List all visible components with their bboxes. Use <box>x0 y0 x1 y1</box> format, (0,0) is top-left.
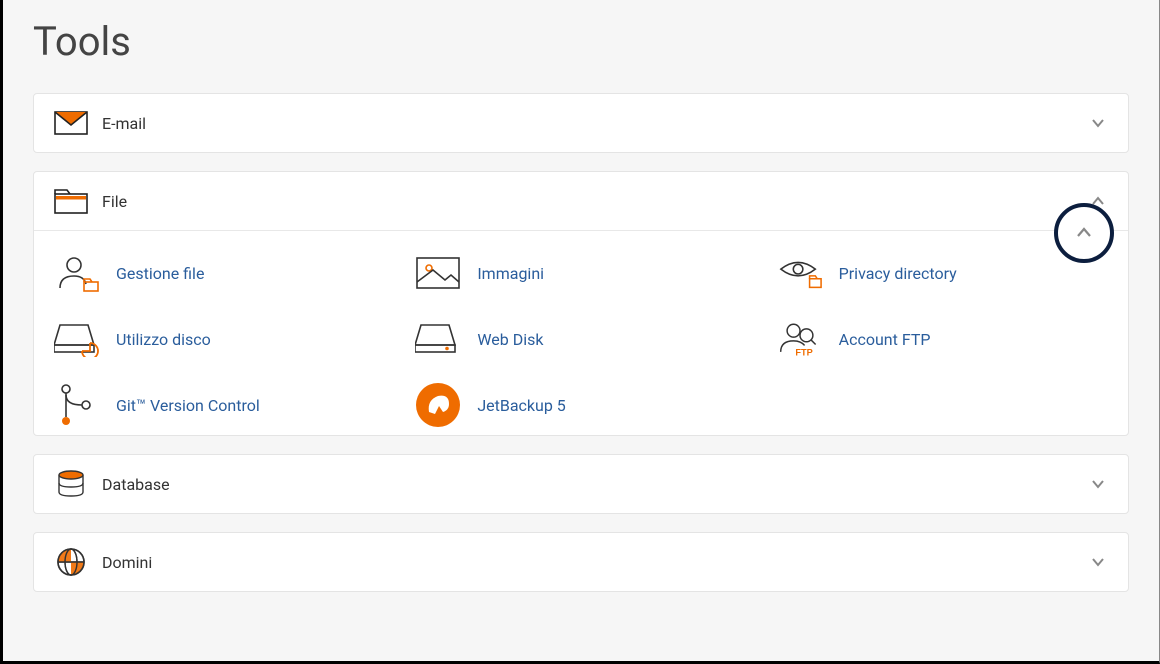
chevron-down-icon <box>1090 115 1106 131</box>
tool-jetbackup[interactable]: JetBackup 5 <box>415 385 746 425</box>
panel-domains-label: Domini <box>102 553 152 572</box>
chevron-up-icon <box>1075 224 1093 242</box>
panel-database: Database <box>33 454 1129 514</box>
database-icon <box>54 471 88 497</box>
jetbackup-icon <box>415 385 461 425</box>
svg-text:FTP: FTP <box>795 348 812 358</box>
panel-file-header[interactable]: File <box>34 172 1128 230</box>
tool-images[interactable]: Immagini <box>415 253 746 293</box>
tool-label: Account FTP <box>839 330 931 349</box>
folder-icon <box>54 188 88 214</box>
tool-label: Utilizzo disco <box>116 330 211 349</box>
panel-domains: Domini <box>33 532 1129 592</box>
panel-database-header[interactable]: Database <box>34 455 1128 513</box>
tool-label: Web Disk <box>477 330 543 349</box>
user-ftp-icon: FTP <box>777 319 823 359</box>
tool-label: JetBackup 5 <box>477 396 565 415</box>
tool-disk-usage[interactable]: Utilizzo disco <box>54 319 385 359</box>
panel-file-label: File <box>102 192 127 211</box>
envelope-icon <box>54 110 88 136</box>
tool-git-version-control[interactable]: Git™ Version Control <box>54 385 385 425</box>
panel-database-label: Database <box>102 475 170 494</box>
tool-privacy-directory[interactable]: Privacy directory <box>777 253 1108 293</box>
panel-domains-header[interactable]: Domini <box>34 533 1128 591</box>
git-branch-icon <box>54 385 100 425</box>
chevron-down-icon <box>1090 554 1106 570</box>
page-title: Tools <box>33 0 1129 93</box>
panel-email-label: E-mail <box>102 114 146 133</box>
tool-label: Privacy directory <box>839 264 957 283</box>
scroll-to-top-button[interactable] <box>1054 203 1114 263</box>
disk-icon <box>415 319 461 359</box>
tool-ftp-accounts[interactable]: FTP Account FTP <box>777 319 1108 359</box>
panel-email: E-mail <box>33 93 1129 153</box>
tool-label: Immagini <box>477 264 544 283</box>
tool-label: Gestione file <box>116 264 204 283</box>
globe-icon <box>54 549 88 575</box>
tool-file-manager[interactable]: Gestione file <box>54 253 385 293</box>
image-icon <box>415 253 461 293</box>
tool-label: Git™ Version Control <box>116 396 260 415</box>
disk-pie-icon <box>54 319 100 359</box>
tool-web-disk[interactable]: Web Disk <box>415 319 746 359</box>
panel-file-body: Gestione file Immagini <box>34 230 1128 435</box>
eye-folder-icon <box>777 253 823 293</box>
user-folder-icon <box>54 253 100 293</box>
panel-file: File Gestione file <box>33 171 1129 436</box>
chevron-down-icon <box>1090 476 1106 492</box>
panel-email-header[interactable]: E-mail <box>34 94 1128 152</box>
